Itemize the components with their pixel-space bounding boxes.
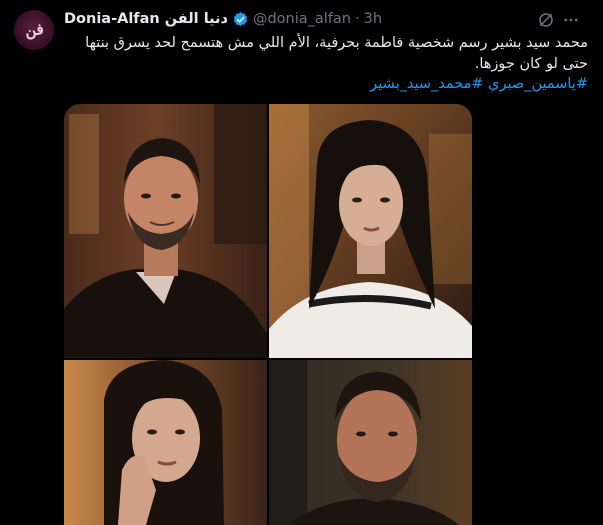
man-close-up-photo [269, 360, 472, 525]
tweet-timestamp[interactable]: 3h [364, 11, 382, 27]
media-image-3[interactable] [64, 360, 267, 525]
avatar[interactable]: فن [14, 10, 54, 50]
media-grid [64, 104, 472, 525]
tweet-text: محمد سيد بشير رسم شخصية فاطمة بحرفية، ال… [68, 33, 588, 95]
media-image-2[interactable] [269, 104, 472, 358]
more-options-icon[interactable] [562, 11, 580, 29]
man-in-suit-smiling-photo [64, 104, 267, 358]
grok-icon[interactable] [537, 11, 555, 29]
woman-hand-on-chin-photo [64, 360, 267, 525]
display-name[interactable]: Donia-Alfan دنيا الفن [64, 11, 228, 27]
separator-dot: · [354, 11, 360, 27]
woman-white-sweater-photo [269, 104, 472, 358]
user-handle[interactable]: @donia_alfan [253, 11, 351, 27]
verified-badge-icon[interactable] [232, 11, 249, 28]
avatar-logo: فن [23, 19, 45, 41]
hashtag-links[interactable]: #ياسمين_صبري #محمد_سيد_بشير [68, 74, 588, 95]
tweet-header: Donia-Alfan دنيا الفن @donia_alfan · 3h [64, 9, 382, 29]
media-image-4[interactable] [269, 360, 472, 525]
tweet-text-line: محمد سيد بشير رسم شخصية فاطمة بحرفية، ال… [85, 35, 588, 51]
media-image-1[interactable] [64, 104, 267, 358]
tweet-text-line: حتى لو كان جوزها. [474, 55, 588, 72]
